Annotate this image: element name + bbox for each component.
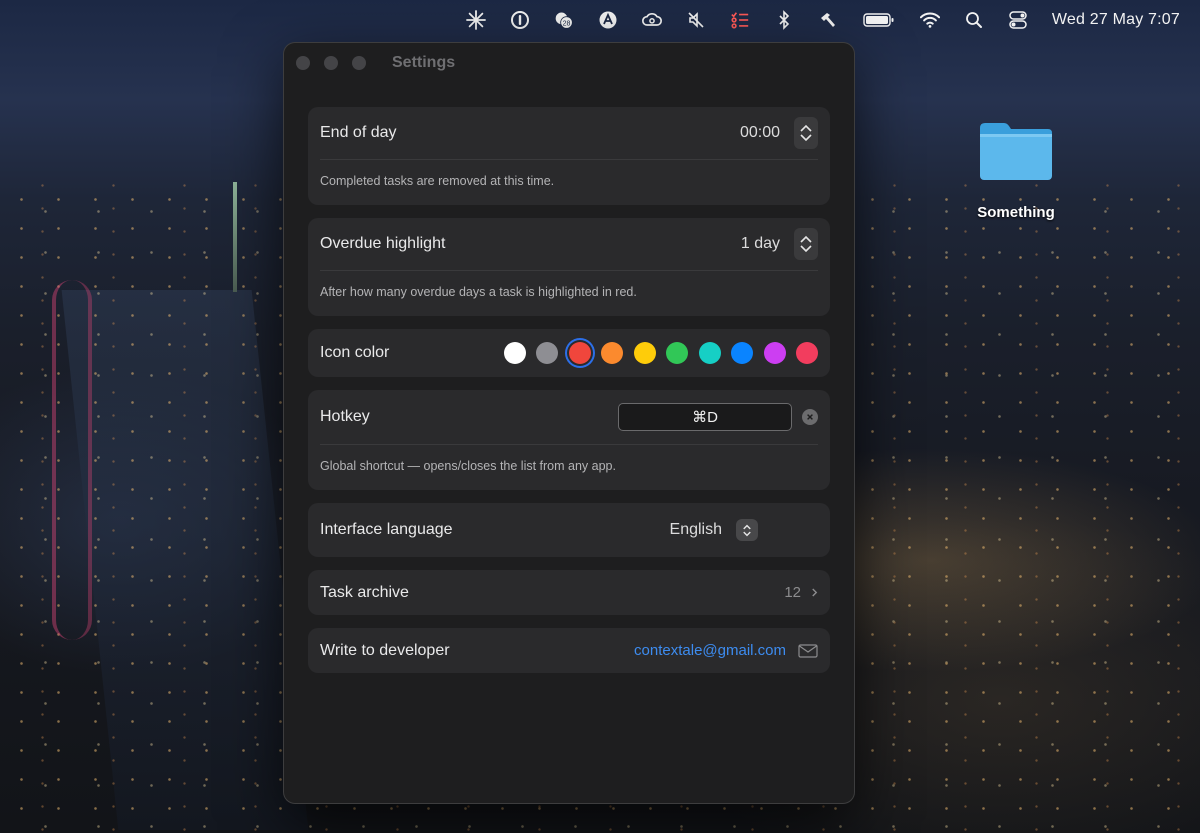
color-swatch[interactable] [731,342,753,364]
zoom-window-button[interactable] [352,56,366,70]
calendar-badge-icon[interactable]: 28 [542,0,586,40]
language-value[interactable]: English [670,521,722,539]
menu-bar-clock[interactable]: Wed 27 May 7:07 [1052,11,1180,29]
task-archive-row[interactable]: Task archive 12 [308,570,830,615]
sparkle-icon[interactable] [454,0,498,40]
onepassword-icon[interactable] [498,0,542,40]
developer-card: Write to developer contextale@gmail.com [308,628,830,673]
task-archive-label: Task archive [320,583,409,601]
developer-row: Write to developer contextale@gmail.com [308,628,830,673]
envelope-icon[interactable] [798,643,818,658]
overdue-highlight-row: Overdue highlight 1 day [308,218,830,270]
creative-cloud-icon[interactable] [630,0,674,40]
title-bar: Settings [284,43,854,83]
end-of-day-row: End of day 00:00 [308,107,830,159]
developer-email-link[interactable]: contextale@gmail.com [634,642,786,659]
chevron-up-icon[interactable] [799,235,813,244]
color-swatch[interactable] [796,342,818,364]
chevron-up-icon[interactable] [799,124,813,133]
task-archive-count: 12 [784,584,801,601]
hotkey-field[interactable]: ⌘D [618,403,792,431]
mute-icon[interactable] [674,0,718,40]
language-card: Interface language English [308,503,830,557]
clear-hotkey-button[interactable] [802,409,818,425]
color-swatch[interactable] [536,342,558,364]
overdue-highlight-description: After how many overdue days a task is hi… [320,285,637,299]
language-label: Interface language [320,521,453,538]
calendar-badge-number: 28 [562,19,570,27]
end-of-day-value[interactable]: 00:00 [740,124,780,142]
hammer-icon[interactable] [806,0,850,40]
end-of-day-stepper[interactable] [794,117,818,149]
color-swatch[interactable] [503,342,526,364]
folder-icon [978,120,1054,186]
color-swatch[interactable] [698,342,721,364]
icon-color-card: Icon color [308,329,830,377]
icon-color-row: Icon color [308,329,830,377]
battery-icon[interactable] [850,0,908,40]
chevron-down-icon[interactable] [799,244,813,253]
overdue-highlight-label: Overdue highlight [320,235,446,252]
overdue-highlight-stepper[interactable] [794,228,818,260]
developer-label: Write to developer [320,641,450,659]
color-swatch[interactable] [666,342,688,364]
end-of-day-description: Completed tasks are removed at this time… [320,174,555,188]
minimize-window-button[interactable] [324,56,338,70]
end-of-day-label: End of day [320,124,397,141]
end-of-day-card: End of day 00:00 Completed tasks are rem… [308,107,830,205]
bluetooth-icon[interactable] [762,0,806,40]
hotkey-row: Hotkey ⌘D [308,390,830,444]
color-swatch[interactable] [601,342,623,364]
hotkey-description: Global shortcut — opens/closes the list … [320,459,616,473]
settings-window: Settings End of day 00:00 Completed task… [283,42,855,804]
color-swatch[interactable] [763,342,786,364]
hotkey-label: Hotkey [320,408,370,425]
language-row: Interface language English [308,503,830,557]
chevron-down-icon[interactable] [799,133,813,142]
task-archive-card[interactable]: Task archive 12 [308,570,830,615]
language-popup-button[interactable] [736,519,758,541]
desktop-folder[interactable]: Something [968,120,1064,221]
color-swatch-selected[interactable] [568,342,591,364]
wallpaper-tower [233,182,237,292]
close-icon [807,414,813,420]
window-title: Settings [392,54,456,71]
search-icon[interactable] [952,0,996,40]
wallpaper-ferris-wheel [52,280,92,640]
transmit-icon[interactable] [586,0,630,40]
chevron-right-icon [812,588,818,597]
hotkey-card: Hotkey ⌘D Global shortcut — opens/closes… [308,390,830,490]
folder-label: Something [977,204,1055,221]
control-center-icon[interactable] [996,0,1040,40]
task-list-icon[interactable] [718,0,762,40]
overdue-highlight-value[interactable]: 1 day [741,235,780,253]
close-window-button[interactable] [296,56,310,70]
overdue-highlight-card: Overdue highlight 1 day After how many o… [308,218,830,316]
wifi-icon[interactable] [908,0,952,40]
color-swatch[interactable] [633,342,656,364]
updown-chevron-icon [743,524,751,536]
menu-bar: 28 Wed 27 May 7:07 [0,0,1200,40]
color-swatches [493,342,818,364]
icon-color-label: Icon color [320,344,390,361]
